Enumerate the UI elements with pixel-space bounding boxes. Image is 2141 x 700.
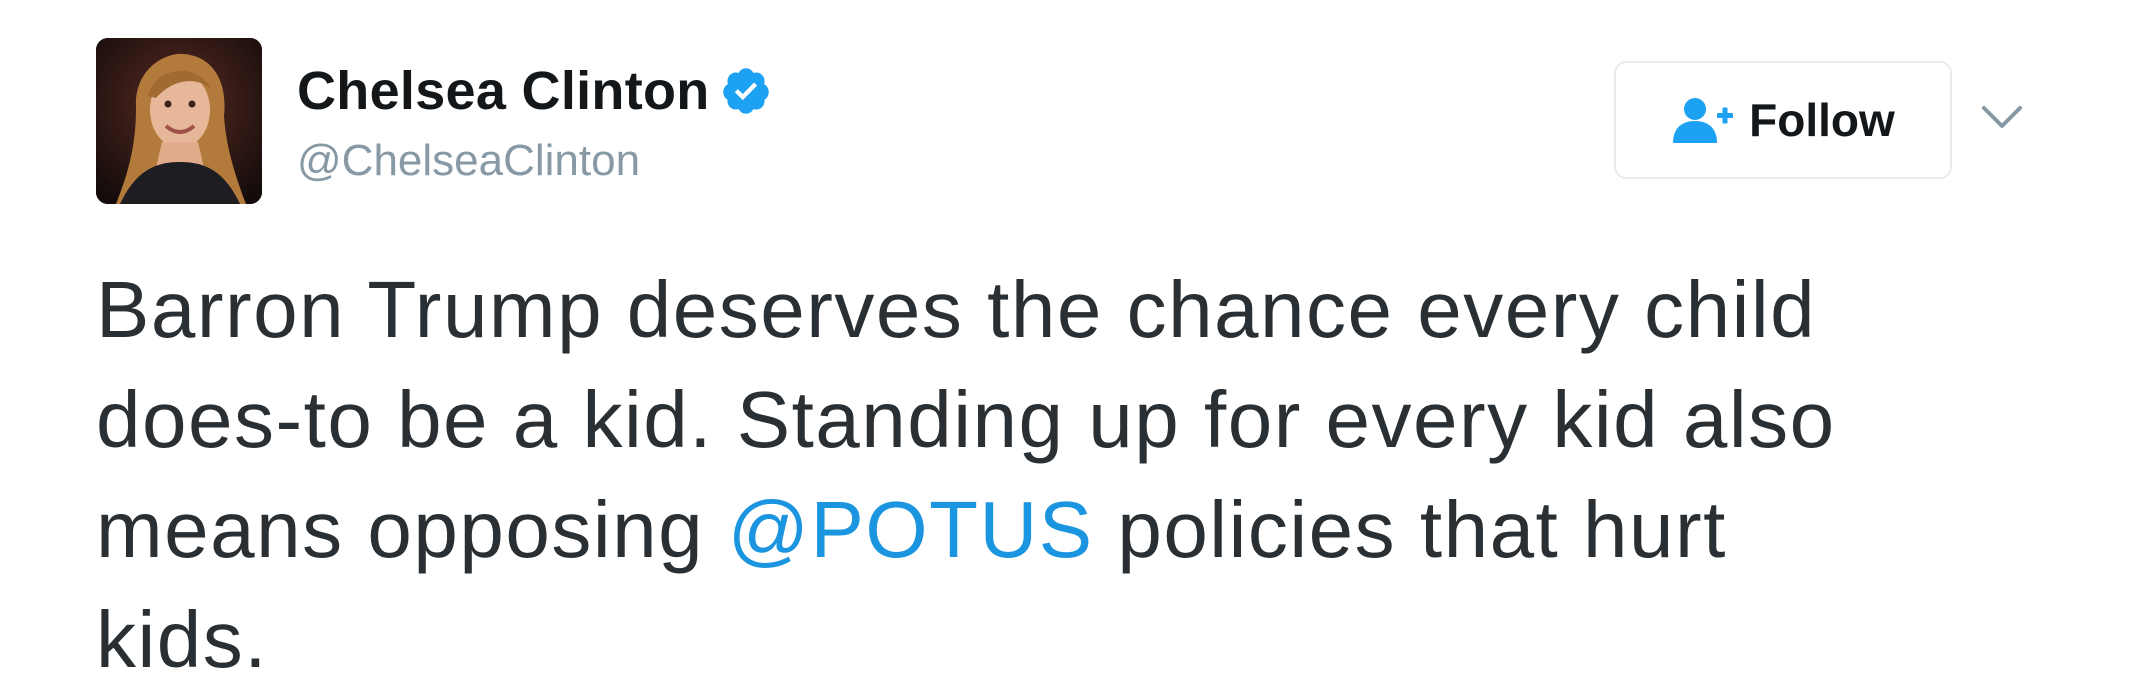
author-handle[interactable]: @ChelseaClinton bbox=[297, 136, 640, 186]
follow-user-icon bbox=[1671, 95, 1735, 145]
author-name-row: Chelsea Clinton bbox=[297, 56, 772, 126]
tweet-text: Barron Trump deserves the chance every c… bbox=[96, 255, 2116, 695]
verified-badge-icon bbox=[720, 65, 772, 117]
avatar-image bbox=[96, 38, 262, 204]
tweet-text-line: Barron Trump deserves the chance every c… bbox=[96, 265, 1817, 354]
avatar[interactable] bbox=[96, 38, 262, 204]
follow-button-label: Follow bbox=[1749, 94, 1895, 146]
tweet-card: Chelsea Clinton @ChelseaClinton Follow B… bbox=[0, 0, 2141, 700]
follow-button[interactable]: Follow bbox=[1614, 61, 1952, 179]
tweet-text-line: does-to be a kid. Standing up for every … bbox=[96, 375, 1836, 464]
author-display-name[interactable]: Chelsea Clinton bbox=[297, 60, 710, 122]
mention-link[interactable]: @POTUS bbox=[728, 485, 1094, 574]
chevron-down-icon[interactable] bbox=[1978, 100, 2026, 134]
tweet-text-segment: means opposing bbox=[96, 485, 728, 574]
tweet-text-line: means opposing @POTUS policies that hurt bbox=[96, 475, 2116, 585]
tweet-text-line: kids. bbox=[96, 595, 268, 684]
tweet-text-segment: policies that hurt bbox=[1093, 485, 1727, 574]
